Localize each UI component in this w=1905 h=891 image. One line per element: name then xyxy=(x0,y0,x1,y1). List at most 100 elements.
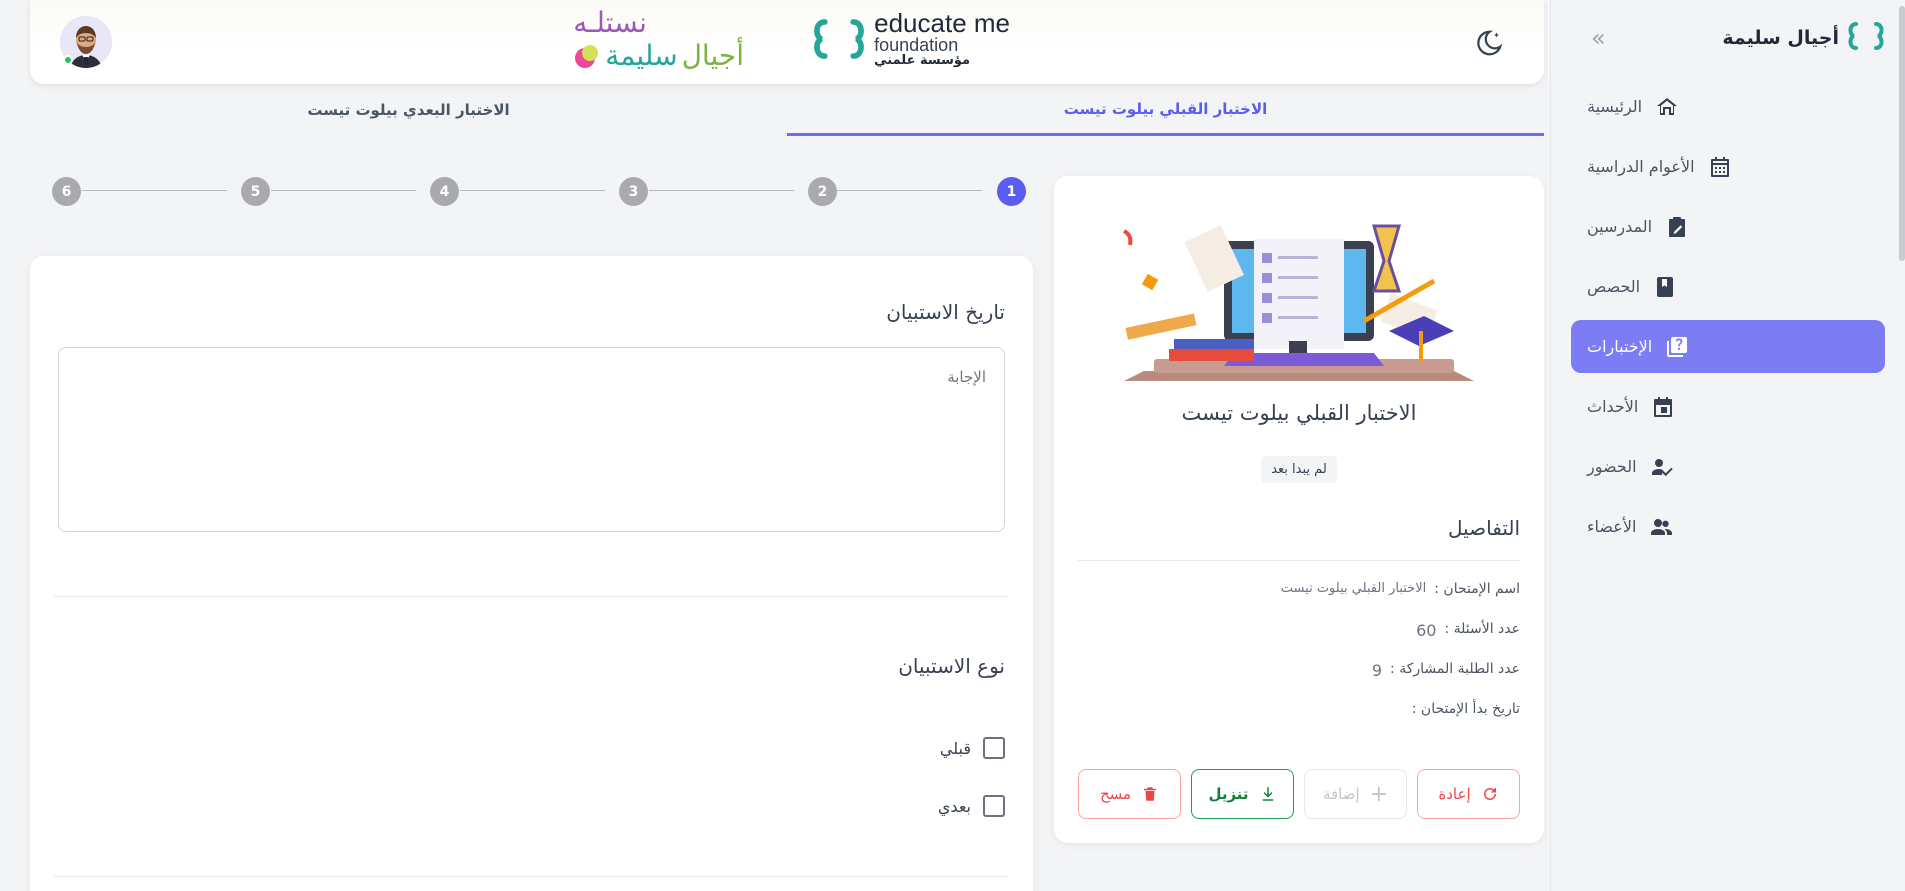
tab-pre-test[interactable]: الاختبار القبلي بيلوت تيست xyxy=(787,84,1544,136)
status-badge: لم يبدا بعد xyxy=(1261,456,1337,483)
download-button[interactable]: تنزيل xyxy=(1191,769,1294,819)
sidebar-item-label: الحضور xyxy=(1587,457,1637,476)
stepper-connector xyxy=(271,190,416,191)
sidebar-item-label: الأعضاء xyxy=(1587,517,1637,536)
event-icon xyxy=(1650,394,1676,420)
sidebar-item-classes[interactable]: الحصص xyxy=(1571,260,1885,313)
stepper-connector xyxy=(460,190,605,191)
detail-label: تاريخ بدأ الإمتحان : xyxy=(1411,701,1520,717)
step-1[interactable]: 1 xyxy=(997,177,1026,206)
refresh-icon xyxy=(1483,787,1496,800)
sidebar-item-events[interactable]: الأحداث xyxy=(1571,380,1885,433)
detail-label: عدد الأسئلة : xyxy=(1444,621,1520,637)
question-stepper: 1 2 3 4 5 6 xyxy=(50,176,1026,206)
scrollbar[interactable] xyxy=(1899,0,1905,891)
educate-me-subtitle: foundation xyxy=(874,35,959,55)
question-form-card: تاريخ الاستبيان نوع الاستبيان قبلي بعدي xyxy=(30,256,1033,891)
nastaleh-logo-word-a: أجيال xyxy=(681,39,744,72)
educate-me-title: educate me xyxy=(874,8,1010,38)
detail-start-date: تاريخ بدأ الإمتحان : xyxy=(1404,701,1520,717)
dark-mode-toggle-icon[interactable] xyxy=(1474,28,1504,62)
sidebar-item-label: الأحداث xyxy=(1587,397,1639,416)
option-pre-label: قبلي xyxy=(939,738,971,758)
people-icon xyxy=(1648,514,1674,540)
option-post[interactable]: بعدي xyxy=(938,795,1005,817)
detail-label: عدد الطلبة المشاركة : xyxy=(1390,661,1520,677)
detail-value: الاختبار القبلي بيلوت تيست xyxy=(1280,581,1427,596)
nastaleh-face-icon xyxy=(575,44,599,68)
home-icon xyxy=(1654,94,1680,120)
download-button-label: تنزيل xyxy=(1208,785,1249,803)
checkbox-post[interactable] xyxy=(983,795,1005,817)
sidebar-item-label: الأعوام الدراسية xyxy=(1587,157,1695,176)
detail-questions-count: عدد الأسئلة : 60 xyxy=(1416,621,1520,640)
sidebar-item-label: الحصص xyxy=(1587,277,1641,296)
sidebar-item-home[interactable]: الرئيسية xyxy=(1571,80,1885,133)
attendance-icon xyxy=(1649,454,1675,480)
nastaleh-logo-word-b: سليمة xyxy=(605,39,678,72)
step-6[interactable]: 6 xyxy=(52,177,81,206)
add-button-label: إضافة xyxy=(1322,785,1360,803)
sidebar-header: أجيال سليمة » xyxy=(1591,18,1885,58)
question-title-type: نوع الاستبيان xyxy=(898,654,1005,678)
exam-title: الاختبار القبلي بيلوت تيست xyxy=(1181,401,1417,425)
reset-button-label: إعادة xyxy=(1438,785,1471,803)
edit-clipboard-icon xyxy=(1664,214,1690,240)
stepper-connector xyxy=(837,190,982,191)
detail-value: 60 xyxy=(1416,621,1437,640)
stepper-connector xyxy=(649,190,794,191)
calendar-grid-icon xyxy=(1707,154,1733,180)
scrollbar-thumb[interactable] xyxy=(1899,6,1905,261)
delete-button-label: مسح xyxy=(1099,785,1132,803)
option-post-label: بعدي xyxy=(937,796,971,816)
sidebar-item-academic-years[interactable]: الأعوام الدراسية xyxy=(1571,140,1885,193)
details-title: التفاصيل xyxy=(1447,516,1520,540)
nastaleh-logo: نستلـه أجيال سليمة xyxy=(573,6,744,72)
delete-button[interactable]: مسح xyxy=(1078,769,1181,819)
sidebar-item-label: الرئيسية xyxy=(1587,97,1643,116)
top-header: educate me foundation مؤسسة علمني نستلـه… xyxy=(30,0,1544,84)
educate-me-arabic: مؤسسة علمني xyxy=(874,53,971,68)
form-divider xyxy=(54,876,1009,877)
sidebar-brand-title: أجيال سليمة xyxy=(1722,27,1839,49)
sidebar-item-label: الإختبارات xyxy=(1587,337,1653,356)
details-divider xyxy=(1078,560,1520,561)
exam-actions: إعادة + إضافة تنزيل مسح xyxy=(1078,769,1520,819)
sidebar-item-label: المدرسين xyxy=(1587,217,1653,236)
step-5[interactable]: 5 xyxy=(241,177,270,206)
step-3[interactable]: 3 xyxy=(619,177,648,206)
book-icon xyxy=(1652,274,1678,300)
sidebar-item-teachers[interactable]: المدرسين xyxy=(1571,200,1885,253)
form-divider xyxy=(54,596,1009,597)
sidebar-item-exams[interactable]: الإختبارات xyxy=(1571,320,1885,373)
educate-me-logo-icon xyxy=(814,18,864,59)
collapse-sidebar-icon[interactable]: » xyxy=(1591,24,1606,52)
download-icon xyxy=(1262,787,1273,801)
answer-input[interactable] xyxy=(58,347,1005,532)
nastaleh-logo-top: نستلـه xyxy=(573,6,647,39)
exam-tabs: الاختبار القبلي بيلوت تيست الاختبار البع… xyxy=(30,84,1544,136)
option-pre[interactable]: قبلي xyxy=(940,737,1005,759)
detail-label: اسم الإمتحان : xyxy=(1434,581,1520,597)
sidebar-brand[interactable]: أجيال سليمة xyxy=(1722,21,1885,55)
detail-exam-name: اسم الإمتحان : الاختبار القبلي بيلوت تيس… xyxy=(1281,581,1520,597)
educate-me-logo: educate me foundation مؤسسة علمني xyxy=(812,10,1010,67)
online-status-dot xyxy=(63,55,73,65)
quiz-icon xyxy=(1664,334,1690,360)
exam-illustration xyxy=(1122,224,1474,381)
brand-logo-icon xyxy=(1847,21,1885,55)
step-4[interactable]: 4 xyxy=(430,177,459,206)
detail-students-count: عدد الطلبة المشاركة : 9 xyxy=(1372,661,1520,680)
sidebar-item-attendance[interactable]: الحضور xyxy=(1571,440,1885,493)
tab-post-test[interactable]: الاختبار البعدي بيلوت تيست xyxy=(30,84,787,136)
question-title-date: تاريخ الاستبيان xyxy=(886,300,1005,324)
sidebar-item-members[interactable]: الأعضاء xyxy=(1571,500,1885,553)
sidebar-nav: الرئيسية الأعوام الدراسية المدرسين الحصص… xyxy=(1571,80,1885,560)
detail-value: 9 xyxy=(1371,661,1383,680)
step-2[interactable]: 2 xyxy=(808,177,837,206)
checkbox-pre[interactable] xyxy=(983,737,1005,759)
reset-button[interactable]: إعادة xyxy=(1417,769,1520,819)
add-button[interactable]: + إضافة xyxy=(1304,769,1407,819)
stepper-connector xyxy=(82,190,227,191)
exam-details-card: الاختبار القبلي بيلوت تيست لم يبدا بعد ا… xyxy=(1054,176,1544,843)
